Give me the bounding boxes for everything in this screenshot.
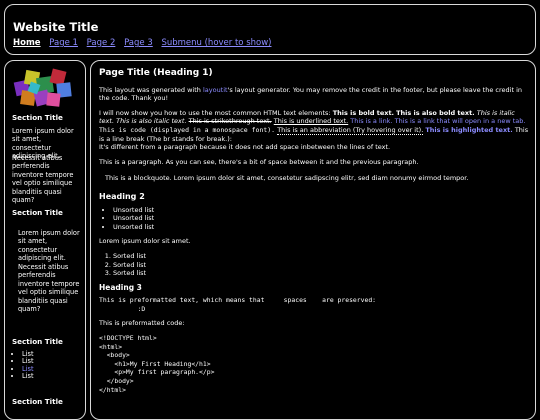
sidebar: Section Title Lorem ipsum dolor sit amet… [4, 60, 86, 420]
top-nav: Home Page 1 Page 2 Page 3 Submenu (hover… [13, 38, 278, 48]
sidebar-list: List List List List [12, 350, 34, 380]
sidebar-section-title: Section Title [12, 337, 63, 346]
nav-page1-link[interactable]: Page 1 [49, 38, 78, 48]
highlighted-text: This is highlighted text. [425, 125, 513, 134]
main-content: Page Title (Heading 1) This layout was g… [90, 60, 536, 420]
layoutit-link[interactable]: layoutit [203, 86, 228, 94]
heading-2: Heading 2 [99, 191, 145, 201]
sample-link[interactable]: This is a link. [350, 117, 392, 125]
nav-home-link[interactable]: Home [13, 38, 41, 48]
site-header: Website Title Home Page 1 Page 2 Page 3 … [4, 4, 536, 55]
sidebar-section-title: Section Title [12, 113, 63, 122]
nav-page3-link[interactable]: Page 3 [124, 38, 153, 48]
sidebar-paragraph: Necessit atibus perferendis inventore te… [18, 263, 80, 314]
nav-page2-link[interactable]: Page 2 [87, 38, 116, 48]
list-item: Unsorted list [113, 214, 529, 223]
preformatted-text: This is preformatted text, which means t… [99, 296, 377, 313]
sidebar-section-title: Section Title [12, 208, 63, 217]
sorted-list: Sorted list Sorted list Sorted list [99, 252, 529, 278]
abbreviation[interactable]: This is an abbreviation (Try hovering ov… [277, 125, 424, 135]
blockquote: This is a blockquote. Lorem ipsum dolor … [105, 174, 469, 183]
text-elements-paragraph: I will now show you how to use the most … [99, 108, 529, 152]
list-item: List [22, 372, 34, 380]
list-item: Sorted list [113, 252, 529, 261]
sidebar-paragraph: Lorem ipsum dolor sit amet, consectetur … [18, 229, 80, 263]
list-item: Unsorted list [113, 206, 529, 215]
preformatted-code: <!DOCTYPE html> <html> <body> <h1>My Fir… [99, 334, 215, 394]
colorful-boxes-image [13, 68, 72, 107]
paragraph: This is preformatted code: [99, 319, 185, 328]
paragraph: This is a paragraph. As you can see, the… [99, 157, 419, 166]
heading-3: Heading 3 [99, 282, 142, 292]
unsorted-list: Unsorted list Unsorted list Unsorted lis… [99, 206, 529, 232]
sidebar-paragraph: Necessit atibus perferendis inventore te… [12, 154, 74, 205]
new-tab-link[interactable]: This is a link that will open in a new t… [395, 117, 526, 125]
intro-paragraph: This layout was generated with layoutit'… [99, 85, 522, 103]
nav-submenu-link[interactable]: Submenu (hover to show) [161, 38, 271, 48]
paragraph: Lorem ipsum dolor sit amet. [99, 237, 191, 246]
code-text: This is code (displayed in a monospace f… [99, 125, 276, 134]
site-title: Website Title [13, 20, 99, 34]
page-title: Page Title (Heading 1) [99, 68, 213, 78]
list-item: Unsorted list [113, 223, 529, 232]
list-item: Sorted list [113, 269, 529, 278]
list-item: Sorted list [113, 261, 529, 270]
